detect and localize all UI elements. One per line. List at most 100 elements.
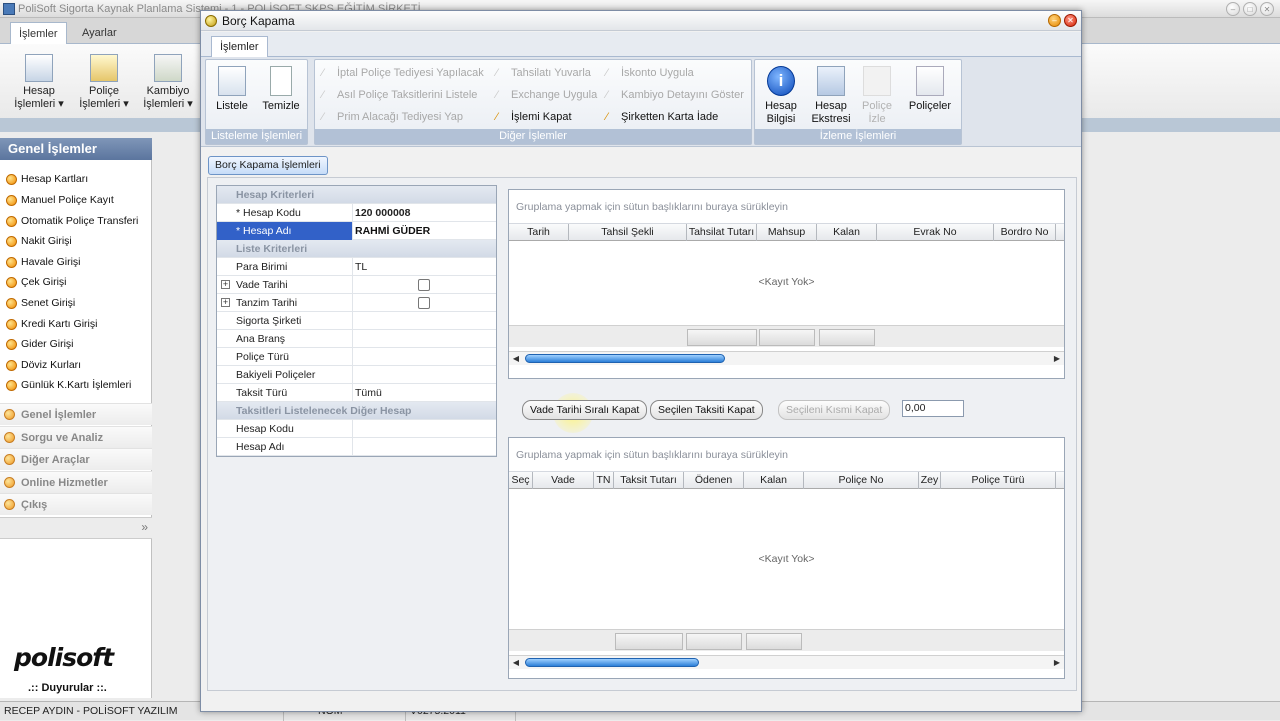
col-taksit-tutari[interactable]: Taksit Tutarı (614, 472, 684, 489)
nav-item-havale-girisi[interactable]: Havale Girişi (4, 253, 150, 271)
row-police-turu[interactable]: Poliçe Türü (217, 348, 496, 366)
policeler-button[interactable]: Poliçeler (905, 66, 955, 113)
minimize-icon[interactable]: – (1226, 2, 1240, 16)
iskonto-uygula-button[interactable]: ⁄ İskonto Uygula (603, 64, 694, 82)
col-mahsup[interactable]: Mahsup (757, 224, 817, 241)
col-vade[interactable]: Vade (533, 472, 594, 489)
iptal-police-tediyesi-button[interactable]: ⁄ İptal Poliçe Tediyesi Yapılacak (319, 64, 484, 82)
group-by-hint[interactable]: Gruplama yapmak için sütun başlıklarını … (509, 190, 1064, 224)
tab-ayarlar[interactable]: Ayarlar (74, 22, 125, 44)
nav-item-doviz-kurlari[interactable]: Döviz Kurları (4, 356, 150, 374)
group-label: İzleme İşlemleri (755, 129, 961, 144)
minimize-icon[interactable]: – (1048, 14, 1061, 27)
nav-item-manuel-police-kayit[interactable]: Manuel Poliçe Kayıt (4, 191, 150, 209)
col-tarih[interactable]: Tarih (509, 224, 569, 241)
announcements-label[interactable]: .:: Duyurular ::. (28, 682, 107, 694)
nav-item-otomatik-police-transferi[interactable]: Otomatik Poliçe Transferi (4, 212, 150, 230)
orb-icon (6, 380, 17, 391)
row-para-birimi[interactable]: Para Birimi TL (217, 258, 496, 276)
nav-item-kredi-karti-girisi[interactable]: Kredi Kartı Girişi (4, 315, 150, 333)
sirketten-karta-iade-button[interactable]: ⁄ Şirketten Karta İade (603, 108, 718, 126)
col-tahsilat-tutari[interactable]: Tahsilat Tutarı (687, 224, 757, 241)
nav-item-gunluk-kkarti-islemleri[interactable]: Günlük K.Kartı İşlemleri (4, 376, 150, 394)
row-hesap-kodu[interactable]: * Hesap Kodu 120 000008 (217, 204, 496, 222)
horizontal-scrollbar[interactable]: ◀ ▶ (509, 655, 1064, 669)
row-diger-hesap-kodu[interactable]: Hesap Kodu (217, 420, 496, 438)
nav-bottom-bar: » (0, 517, 152, 539)
nav-group-genel-islemler[interactable]: Genel İşlemler (0, 403, 152, 425)
exchange-uygula-button[interactable]: ⁄ Exchange Uygula (493, 86, 597, 104)
row-vade-tarihi[interactable]: + Vade Tarihi (217, 276, 496, 294)
tab-islemler[interactable]: İşlemler (10, 22, 67, 44)
taksit-turu-value[interactable]: Tümü (355, 384, 382, 402)
orb-icon (6, 360, 17, 371)
row-tanzim-tarihi[interactable]: + Tanzim Tarihi (217, 294, 496, 312)
nav-group-cikis[interactable]: Çıkış (0, 493, 152, 515)
scroll-right-icon[interactable]: ▶ (1051, 353, 1063, 365)
listele-button[interactable]: Listele (212, 66, 252, 113)
vade-tarihi-sirali-kapat-button[interactable]: Vade Tarihi Sıralı Kapat (522, 400, 648, 420)
col-police-no[interactable]: Poliçe No (804, 472, 919, 489)
nav-group-sorgu-ve-analiz[interactable]: Sorgu ve Analiz (0, 426, 152, 448)
nav-item-gider-girisi[interactable]: Gider Girişi (4, 335, 150, 353)
islemi-kapat-button[interactable]: ⁄ İşlemi Kapat (493, 108, 572, 126)
tahsilati-yuvarla-button[interactable]: ⁄ Tahsilatı Yuvarla (493, 64, 591, 82)
col-kalan[interactable]: Kalan (744, 472, 804, 489)
para-birimi-value[interactable]: TL (355, 258, 367, 276)
hesap-bilgisi-button[interactable]: i Hesap Bilgisi (761, 66, 801, 126)
kambiyo-islemleri-button[interactable]: Kambiyo İşlemleri ▾ (138, 54, 198, 111)
row-bakiyeli-policeler[interactable]: Bakiyeli Poliçeler (217, 366, 496, 384)
row-taksit-turu[interactable]: Taksit Türü Tümü (217, 384, 496, 402)
amount-input[interactable]: 0,00 (902, 400, 964, 417)
nav-expand-icon[interactable]: » (141, 520, 148, 534)
scroll-right-icon[interactable]: ▶ (1051, 657, 1063, 669)
tanzim-tarihi-checkbox[interactable] (418, 297, 430, 309)
col-sec[interactable]: Seç (509, 472, 533, 489)
temizle-button[interactable]: Temizle (258, 66, 304, 113)
nav-item-senet-girisi[interactable]: Senet Girişi (4, 294, 150, 312)
tab-borc-kapama-islemleri[interactable]: Borç Kapama İşlemleri (208, 156, 328, 175)
close-icon[interactable]: ✕ (1260, 2, 1274, 16)
scroll-thumb[interactable] (525, 354, 725, 363)
col-police-turu[interactable]: Poliçe Türü (941, 472, 1056, 489)
row-sigorta-sirketi[interactable]: Sigorta Şirketi (217, 312, 496, 330)
row-ana-brans[interactable]: Ana Branş (217, 330, 496, 348)
prim-alacagi-tediyesi-button[interactable]: ⁄ Prim Alacağı Tediyesi Yap (319, 108, 463, 126)
vade-tarihi-checkbox[interactable] (418, 279, 430, 291)
asil-police-taksitleri-button[interactable]: ⁄ Asıl Poliçe Taksitlerini Listele (319, 86, 477, 104)
info-icon: i (767, 66, 795, 96)
nav-group-online-hizmetler[interactable]: Online Hizmetler (0, 471, 152, 493)
police-islemleri-button[interactable]: Poliçe İşlemleri ▾ (75, 54, 133, 111)
col-tn[interactable]: TN (594, 472, 614, 489)
footer-cell (746, 633, 802, 650)
col-kalan[interactable]: Kalan (817, 224, 877, 241)
kambiyo-detayi-button[interactable]: ⁄ Kambiyo Detayını Göster (603, 86, 744, 104)
hesap-adi-value[interactable]: RAHMİ GÜDER (355, 222, 430, 240)
col-zey[interactable]: Zey (919, 472, 941, 489)
row-diger-hesap-adi[interactable]: Hesap Adı (217, 438, 496, 456)
close-icon[interactable]: ✕ (1064, 14, 1077, 27)
secileni-kismi-kapat-button[interactable]: Seçileni Kısmi Kapat (778, 400, 891, 420)
nav-item-hesap-kartlari[interactable]: Hesap Kartları (4, 170, 150, 188)
scroll-thumb[interactable] (525, 658, 699, 667)
orb-icon (4, 477, 15, 488)
maximize-icon[interactable]: □ (1243, 2, 1257, 16)
group-by-hint[interactable]: Gruplama yapmak için sütun başlıklarını … (509, 438, 1064, 472)
col-odenen[interactable]: Ödenen (684, 472, 744, 489)
col-bordro-no[interactable]: Bordro No (994, 224, 1056, 241)
horizontal-scrollbar[interactable]: ◀ ▶ (509, 351, 1064, 365)
nav-group-diger-araclar[interactable]: Diğer Araçlar (0, 448, 152, 470)
police-izle-button[interactable]: Poliçe İzle (857, 66, 897, 126)
hesap-ekstresi-button[interactable]: Hesap Ekstresi (809, 66, 853, 126)
hesap-islemleri-button[interactable]: Hesap İşlemleri ▾ (10, 54, 68, 111)
secilen-taksiti-kapat-button[interactable]: Seçilen Taksiti Kapat (650, 400, 763, 420)
nav-item-nakit-girisi[interactable]: Nakit Girişi (4, 232, 150, 250)
scroll-left-icon[interactable]: ◀ (510, 657, 522, 669)
tab-dialog-islemler[interactable]: İşlemler (211, 36, 268, 57)
row-hesap-adi[interactable]: * Hesap Adı RAHMİ GÜDER (217, 222, 496, 240)
scroll-left-icon[interactable]: ◀ (510, 353, 522, 365)
col-tahsil-sekli[interactable]: Tahsil Şekli (569, 224, 687, 241)
nav-item-cek-girisi[interactable]: Çek Girişi (4, 273, 150, 291)
hesap-kodu-value[interactable]: 120 000008 (355, 204, 410, 222)
col-evrak-no[interactable]: Evrak No (877, 224, 994, 241)
